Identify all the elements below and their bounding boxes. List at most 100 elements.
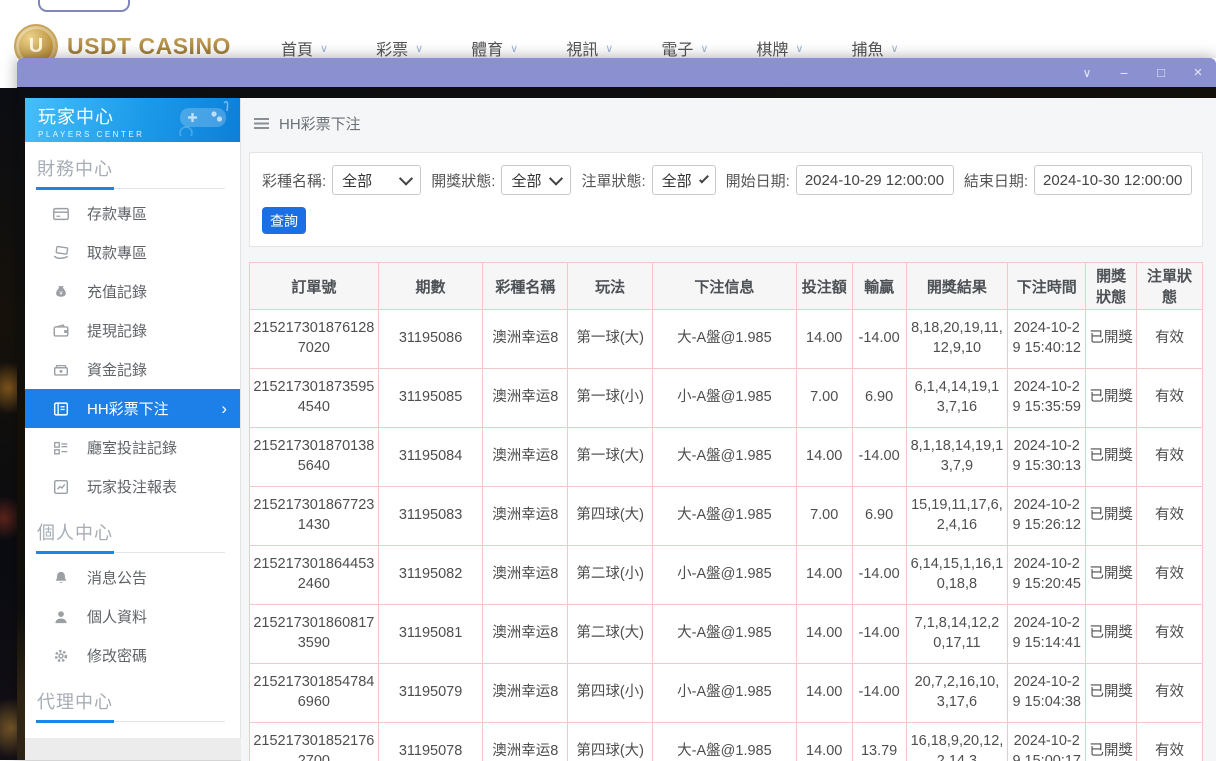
sidebar-item-label: 修改密碼 xyxy=(87,645,147,666)
sidebar-item-hall-bet-records[interactable]: 廳室投註記錄 xyxy=(25,428,240,467)
table-cell: -14.00 xyxy=(852,546,906,605)
sidebar-item-change-password[interactable]: 修改密碼 xyxy=(25,636,240,675)
minimize-icon[interactable]: − xyxy=(1116,66,1132,80)
table-cell: 有效 xyxy=(1137,369,1203,428)
close-icon[interactable]: × xyxy=(1190,65,1206,80)
hamburger-icon[interactable] xyxy=(254,118,269,129)
table-cell: 13.79 xyxy=(852,723,906,761)
sidebar-item-hh-lottery-bets[interactable]: HH彩票下注› xyxy=(25,389,240,428)
table-cell: 14.00 xyxy=(796,428,852,487)
gear-icon xyxy=(52,647,70,665)
nav-item-label: 視訊 xyxy=(566,36,598,60)
table-cell: 澳洲幸运8 xyxy=(483,369,568,428)
content-area: HH彩票下注 彩種名稱: 全部 開獎狀態: 全部 xyxy=(241,98,1216,761)
table-cell: 澳洲幸运8 xyxy=(483,664,568,723)
table-cell: 2152173018677231430 xyxy=(250,487,379,546)
nav-item-fishing[interactable]: 捕魚∨ xyxy=(851,36,898,60)
chevron-down-icon xyxy=(699,174,709,184)
table-cell: 大-A盤@1.985 xyxy=(653,723,797,761)
nav-item-lottery[interactable]: 彩票 ∨ xyxy=(376,36,423,60)
window-titlebar[interactable]: ∨ − □ × xyxy=(17,58,1216,87)
column-header: 開獎狀態 xyxy=(1086,263,1137,310)
table-cell: 已開獎 xyxy=(1086,546,1137,605)
table-cell: 小-A盤@1.985 xyxy=(653,546,797,605)
table-cell: 7.00 xyxy=(796,369,852,428)
table-cell: 已開獎 xyxy=(1086,487,1137,546)
sidebar-item-label: 個人資料 xyxy=(87,606,147,627)
table-cell: 20,7,2,16,10,3,17,6 xyxy=(906,664,1008,723)
table-cell: 澳洲幸运8 xyxy=(483,723,568,761)
table-cell: 第四球(大) xyxy=(568,487,653,546)
table-cell: 已開獎 xyxy=(1086,605,1137,664)
table-cell: 14.00 xyxy=(796,664,852,723)
table-cell: 小-A盤@1.985 xyxy=(653,664,797,723)
table-cell: 有效 xyxy=(1137,664,1203,723)
table-cell: 31195083 xyxy=(378,487,483,546)
sidebar-item-announcements[interactable]: 消息公告 xyxy=(25,558,240,597)
table-cell: 31195085 xyxy=(378,369,483,428)
nav-item-label: 彩票 xyxy=(376,36,408,60)
money-bag-icon: ¥ xyxy=(52,283,70,301)
window-controls: ∨ − □ × xyxy=(1079,58,1206,87)
chevron-down-icon: ∨ xyxy=(890,42,898,55)
table-row: 215217301876128702031195086澳洲幸运8第一球(大)大-… xyxy=(250,310,1203,369)
column-header: 下注信息 xyxy=(653,263,797,310)
lottery-name-select[interactable]: 全部 xyxy=(332,165,421,195)
table-cell: 31195082 xyxy=(378,546,483,605)
chevron-down-icon[interactable]: ∨ xyxy=(1079,67,1095,79)
draw-status-select[interactable]: 全部 xyxy=(501,165,571,195)
table-cell: 有效 xyxy=(1137,310,1203,369)
sidebar-item-deposit[interactable]: 存款專區 xyxy=(25,194,240,233)
sidebar-item-profile[interactable]: 個人資料 xyxy=(25,597,240,636)
table-cell: 2024-10-29 15:35:59 xyxy=(1008,369,1086,428)
table-cell: 6,1,4,14,19,13,7,16 xyxy=(906,369,1008,428)
start-date-input[interactable] xyxy=(796,165,954,195)
start-date-label: 開始日期: xyxy=(726,170,790,191)
chevron-down-icon: ∨ xyxy=(510,42,518,55)
column-header: 訂單號 xyxy=(250,263,379,310)
table-cell: 大-A盤@1.985 xyxy=(653,428,797,487)
table-cell: 31195084 xyxy=(378,428,483,487)
table-cell: 14.00 xyxy=(796,605,852,664)
sidebar-item-withdrawal-record[interactable]: 提現記錄 xyxy=(25,311,240,350)
chevron-down-icon: ∨ xyxy=(700,42,708,55)
nav-item-label: 棋牌 xyxy=(756,36,788,60)
nav-item-electronic[interactable]: 電子∨ xyxy=(661,36,708,60)
sidebar-item-funds-record[interactable]: 資金記錄 xyxy=(25,350,240,389)
table-cell: 已開獎 xyxy=(1086,369,1137,428)
table-cell: 已開獎 xyxy=(1086,723,1137,761)
table-row: 215217301854784696031195079澳洲幸运8第四球(小)小-… xyxy=(250,664,1203,723)
nav-item-live-video[interactable]: 視訊∨ xyxy=(566,36,613,60)
section-underline xyxy=(36,552,225,553)
bets-table: 訂單號期數彩種名稱玩法下注信息投注額輸贏開獎結果下注時間開獎狀態注單狀態 215… xyxy=(249,262,1203,761)
table-cell: 已開獎 xyxy=(1086,428,1137,487)
sidebar-item-player-bet-report[interactable]: 玩家投注報表 xyxy=(25,467,240,506)
sidebar-item-recharge-record[interactable]: ¥充值記錄 xyxy=(25,272,240,311)
sidebar-item-withdraw[interactable]: 取款專區 xyxy=(25,233,240,272)
sidebar-section-heading-agent-center: 代理中心 xyxy=(25,675,240,721)
order-status-select[interactable]: 全部 xyxy=(652,165,716,195)
report-chart-icon xyxy=(52,478,70,496)
maximize-icon[interactable]: □ xyxy=(1153,66,1169,79)
draw-status-label: 開獎狀態: xyxy=(431,170,495,191)
lottery-name-value: 全部 xyxy=(342,170,372,191)
table-cell: 31195086 xyxy=(378,310,483,369)
table-cell: 14.00 xyxy=(796,310,852,369)
chevron-down-icon: ∨ xyxy=(415,42,423,55)
nav-item-home[interactable]: 首頁∨ xyxy=(281,36,328,60)
end-date-input[interactable] xyxy=(1034,165,1192,195)
table-cell: 已開獎 xyxy=(1086,310,1137,369)
chevron-down-icon: ∨ xyxy=(795,42,803,55)
table-cell: 第二球(小) xyxy=(568,546,653,605)
query-button[interactable]: 查詢 xyxy=(262,207,306,234)
table-cell: 2024-10-29 15:14:41 xyxy=(1008,605,1086,664)
table-row: 215217301873595454031195085澳洲幸运8第一球(小)小-… xyxy=(250,369,1203,428)
table-cell: 第二球(大) xyxy=(568,605,653,664)
nav-item-sports[interactable]: 體育∨ xyxy=(471,36,518,60)
column-header: 投注額 xyxy=(796,263,852,310)
nav-item-chess-cards[interactable]: 棋牌 ∨ xyxy=(756,36,803,60)
draw-status-value: 全部 xyxy=(511,170,541,191)
table-cell: 有效 xyxy=(1137,428,1203,487)
table-cell: -14.00 xyxy=(852,310,906,369)
chevron-down-icon xyxy=(399,172,413,186)
